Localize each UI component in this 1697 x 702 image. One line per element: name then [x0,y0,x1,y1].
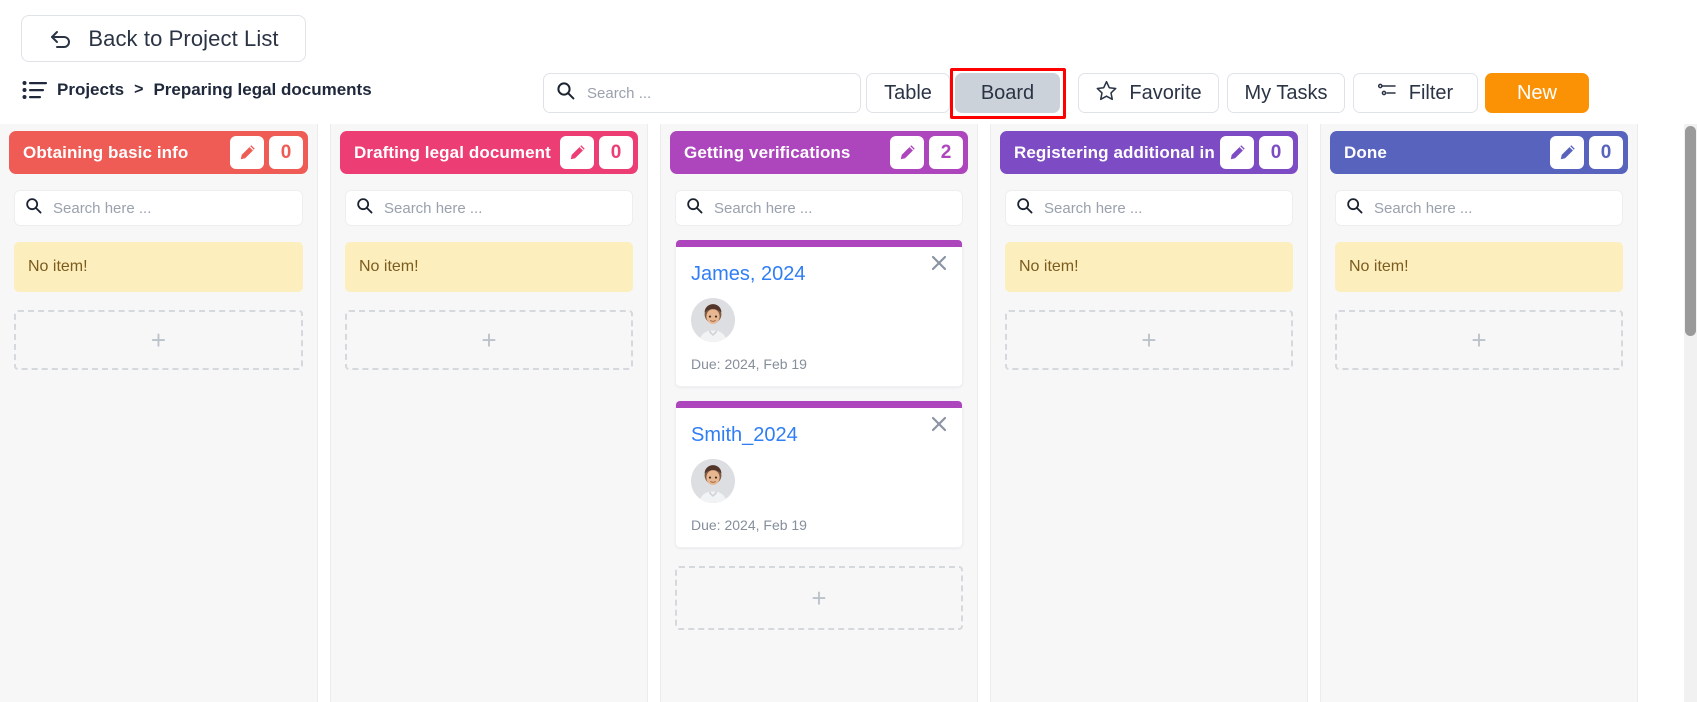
plus-icon: + [150,325,167,355]
empty-state-message: No item! [345,242,633,292]
column-search[interactable] [675,190,963,226]
list-icon [22,80,48,100]
filter-button[interactable]: Filter [1353,73,1478,113]
breadcrumb-current: Preparing legal documents [153,80,372,99]
global-search[interactable] [543,73,861,113]
column-title: Getting verifications [684,142,851,162]
column-title: Registering additional info [1014,142,1215,162]
column-header: Getting verifications 2 [670,131,968,174]
column-header: Obtaining basic info 0 [9,131,308,174]
avatar [691,298,735,342]
top-bar: Back to Project List Projects > Preparin… [0,0,1697,124]
column-search-input[interactable] [382,198,622,218]
column-title: Drafting legal document [354,142,551,162]
close-icon[interactable] [928,413,950,435]
star-icon [1095,79,1118,108]
kanban-board-page: Back to Project List Projects > Preparin… [0,0,1697,702]
kanban-column: Done 0 No item! + [1320,124,1638,702]
favorite-button[interactable]: Favorite [1078,73,1219,113]
card-color-stripe [676,240,962,247]
column-count-badge: 0 [599,136,633,169]
column-search-input[interactable] [51,198,292,218]
plus-icon: + [811,583,827,613]
card-due-date: Due: 2024, Feb 19 [691,517,807,533]
column-edit-pencil-icon[interactable] [1220,136,1254,169]
tab-board-label: Board [980,81,1035,104]
column-search-input[interactable] [712,198,952,218]
column-search[interactable] [1005,190,1293,226]
tab-table-label: Table [884,81,932,104]
column-search[interactable] [345,190,633,226]
column-count-badge: 0 [1259,136,1293,169]
column-search-input[interactable] [1372,198,1612,218]
add-card-placeholder[interactable]: + [345,310,633,370]
column-search[interactable] [1335,190,1623,226]
column-count-badge: 0 [269,136,303,169]
breadcrumb: Projects > Preparing legal documents [22,80,372,100]
new-button[interactable]: New [1485,73,1589,113]
plus-icon: + [1471,325,1487,355]
kanban-column: Drafting legal document 0 No item! + [330,124,648,702]
column-edit-pencil-icon[interactable] [560,136,594,169]
add-card-placeholder[interactable]: + [1005,310,1293,370]
card-title-link[interactable]: James, 2024 [691,263,806,286]
avatar [691,459,735,503]
search-icon [556,81,575,105]
back-to-project-list-button[interactable]: Back to Project List [21,15,306,62]
plus-icon: + [1141,325,1157,355]
my-tasks-button[interactable]: My Tasks [1227,73,1345,113]
breadcrumb-root[interactable]: Projects [57,80,124,100]
empty-state-message: No item! [1005,242,1293,292]
breadcrumb-separator: > [134,81,144,98]
column-edit-pencil-icon[interactable] [230,136,264,169]
tab-board[interactable]: Board [955,73,1060,113]
kanban-column: Getting verifications 2 James, 2024 Due: 20… [660,124,978,702]
kanban-column: Obtaining basic info 0 No item! + [0,124,318,702]
column-count-badge: 0 [1589,136,1623,169]
search-icon [1346,197,1363,219]
card-color-stripe [676,401,962,408]
filter-icon [1377,81,1398,105]
task-card[interactable]: Smith_2024 Due: 2024, Feb 19 [675,401,963,548]
empty-state-message: No item! [1335,242,1623,292]
search-icon [686,197,703,219]
close-icon[interactable] [928,252,950,274]
empty-state-message: No item! [14,242,303,292]
search-icon [356,197,373,219]
add-card-placeholder[interactable]: + [14,310,303,370]
column-edit-pencil-icon[interactable] [890,136,924,169]
search-input[interactable] [585,83,848,103]
column-header: Registering additional info 0 [1000,131,1298,174]
column-search-input[interactable] [1042,198,1282,218]
card-title-link[interactable]: Smith_2024 [691,424,798,447]
new-button-label: New [1516,81,1557,104]
tab-table[interactable]: Table [866,73,950,113]
my-tasks-label: My Tasks [1244,81,1328,104]
column-title: Done [1344,142,1387,162]
column-header: Drafting legal document 0 [340,131,638,174]
kanban-columns-container: Obtaining basic info0No item!+Drafting l… [0,124,1697,702]
scrollbar-thumb[interactable] [1685,126,1696,336]
add-card-placeholder[interactable]: + [675,566,963,630]
back-button-label: Back to Project List [88,25,279,51]
column-edit-pencil-icon[interactable] [1550,136,1584,169]
column-header: Done 0 [1330,131,1628,174]
search-icon [25,197,42,219]
favorite-label: Favorite [1129,81,1202,104]
search-icon [1016,197,1033,219]
kanban-column: Registering additional info 0 No item! + [990,124,1308,702]
column-search[interactable] [14,190,303,226]
card-due-date: Due: 2024, Feb 19 [691,356,807,372]
back-arrow-icon [48,27,74,51]
column-count-badge: 2 [929,136,963,169]
task-card[interactable]: James, 2024 Due: 2024, Feb 19 [675,240,963,387]
filter-label: Filter [1408,81,1454,104]
column-title: Obtaining basic info [23,142,189,162]
vertical-scrollbar[interactable] [1684,124,1697,702]
add-card-placeholder[interactable]: + [1335,310,1623,370]
plus-icon: + [481,325,497,355]
